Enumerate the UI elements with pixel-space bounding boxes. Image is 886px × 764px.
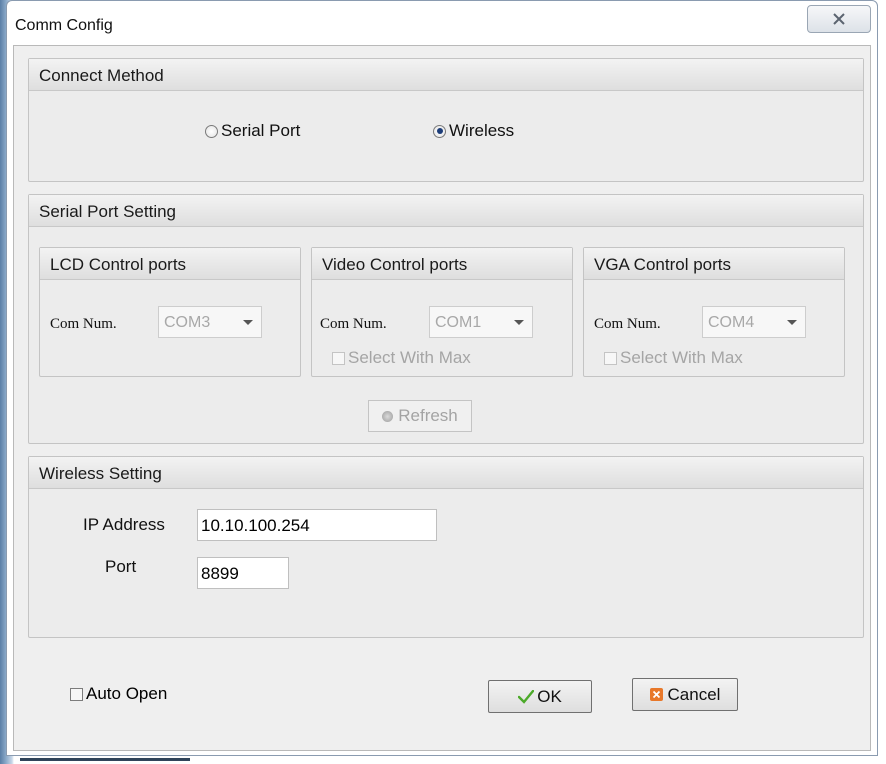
serial-port-setting-heading: Serial Port Setting: [29, 195, 863, 227]
checkmark-icon: [518, 689, 535, 704]
vga-select-with-max-box: [604, 351, 617, 365]
refresh-button[interactable]: Refresh: [368, 400, 472, 432]
serial-port-radio[interactable]: Serial Port: [205, 121, 300, 141]
cancel-icon: [649, 688, 663, 701]
video-com-value: COM1: [435, 314, 482, 331]
auto-open-label: Auto Open: [86, 684, 168, 703]
auto-open-box: [70, 687, 83, 701]
vga-control-ports-heading: VGA Control ports: [584, 248, 844, 280]
window-title: Comm Config: [15, 17, 113, 34]
connect-method-heading: Connect Method: [29, 59, 863, 91]
video-select-with-max-label: Select With Max: [348, 348, 471, 367]
video-select-with-max-checkbox[interactable]: Select With Max: [332, 348, 471, 368]
close-x-icon: [833, 13, 845, 25]
ip-address-input[interactable]: 10.10.100.254: [197, 509, 437, 541]
wireless-setting-heading: Wireless Setting: [29, 457, 863, 489]
comm-config-dialog: Comm Config Connect Method Serial Port W…: [6, 0, 878, 756]
vga-com-value: COM4: [708, 314, 755, 331]
cancel-button-label: Cancel: [667, 684, 721, 704]
taskbar-edge: [20, 758, 190, 761]
video-select-with-max-box: [332, 351, 345, 365]
ok-button-label: OK: [537, 686, 562, 706]
lcd-com-value: COM3: [164, 314, 211, 331]
chevron-down-icon: [243, 320, 253, 325]
video-control-ports-heading: Video Control ports: [312, 248, 572, 280]
ip-address-label: IP Address: [83, 515, 165, 534]
lcd-com-select[interactable]: COM3: [158, 306, 262, 338]
vga-com-num-label: Com Num.: [594, 316, 661, 332]
refresh-button-label: Refresh: [398, 406, 458, 425]
lcd-control-ports-heading: LCD Control ports: [40, 248, 300, 280]
dialog-client-area: Connect Method Serial Port Wireless Seri…: [13, 45, 871, 751]
wireless-radio-label: Wireless: [449, 121, 515, 140]
serial-port-radio-indicator: [205, 124, 218, 138]
video-com-num-label: Com Num.: [320, 316, 387, 332]
chevron-down-icon: [514, 320, 524, 325]
ok-button[interactable]: OK: [488, 680, 592, 713]
refresh-icon: [382, 410, 394, 422]
vga-select-with-max-checkbox[interactable]: Select With Max: [604, 348, 743, 368]
port-label: Port: [105, 557, 137, 576]
video-control-ports-group: Video Control ports Com Num. COM1 Select…: [311, 247, 573, 377]
vga-com-select[interactable]: COM4: [702, 306, 806, 338]
wireless-setting-group: Wireless Setting IP Address 10.10.100.25…: [28, 456, 864, 638]
port-input[interactable]: 8899: [197, 557, 289, 589]
lcd-com-num-label: Com Num.: [50, 316, 117, 332]
wireless-radio-indicator: [433, 124, 446, 138]
vga-control-ports-group: VGA Control ports Com Num. COM4 Select W…: [583, 247, 845, 377]
close-button[interactable]: [807, 5, 871, 33]
auto-open-checkbox[interactable]: Auto Open: [70, 684, 167, 704]
lcd-control-ports-group: LCD Control ports Com Num. COM3: [39, 247, 301, 377]
chevron-down-icon: [787, 320, 797, 325]
wireless-radio[interactable]: Wireless: [433, 121, 514, 141]
title-bar[interactable]: Comm Config: [7, 1, 877, 45]
vga-select-with-max-label: Select With Max: [620, 348, 743, 367]
cancel-button[interactable]: Cancel: [632, 678, 738, 711]
serial-port-radio-label: Serial Port: [221, 121, 301, 140]
connect-method-group: Connect Method Serial Port Wireless: [28, 58, 864, 182]
video-com-select[interactable]: COM1: [429, 306, 533, 338]
